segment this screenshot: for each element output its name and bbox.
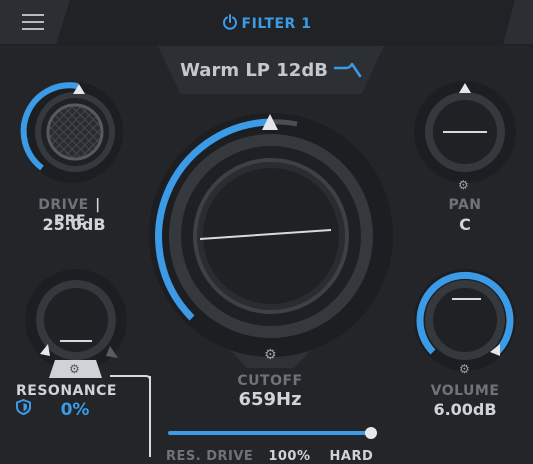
pan-value: C	[459, 215, 471, 234]
resonance-label: RESONANCE	[16, 383, 117, 399]
res-drive-slider[interactable]	[168, 431, 370, 435]
pan-label: PAN	[448, 197, 482, 213]
res-drive-slider-thumb[interactable]	[365, 427, 377, 439]
resonance-gear-icon[interactable]: ⚙	[69, 362, 80, 376]
volume-value: 6.00dB	[433, 400, 497, 419]
cutoff-knob[interactable]	[149, 113, 393, 368]
cutoff-gear-icon[interactable]: ⚙	[264, 347, 277, 363]
volume-knob[interactable]	[414, 269, 516, 371]
volume-label: VOLUME	[430, 383, 500, 399]
cutoff-value: 659Hz	[238, 389, 302, 410]
drive-label: DRIVE	[38, 197, 89, 213]
volume-gear-icon[interactable]: ⚙	[459, 362, 470, 376]
resonance-knob[interactable]	[25, 269, 151, 457]
cutoff-label: CUTOFF	[237, 373, 303, 389]
drive-knob[interactable]	[20, 81, 123, 183]
pan-knob[interactable]	[414, 81, 516, 183]
pan-gear-icon[interactable]: ⚙	[458, 178, 469, 192]
resonance-value: 0%	[60, 400, 90, 420]
drive-value: 25.0dB	[42, 215, 106, 234]
drive-divider: |	[95, 197, 101, 213]
